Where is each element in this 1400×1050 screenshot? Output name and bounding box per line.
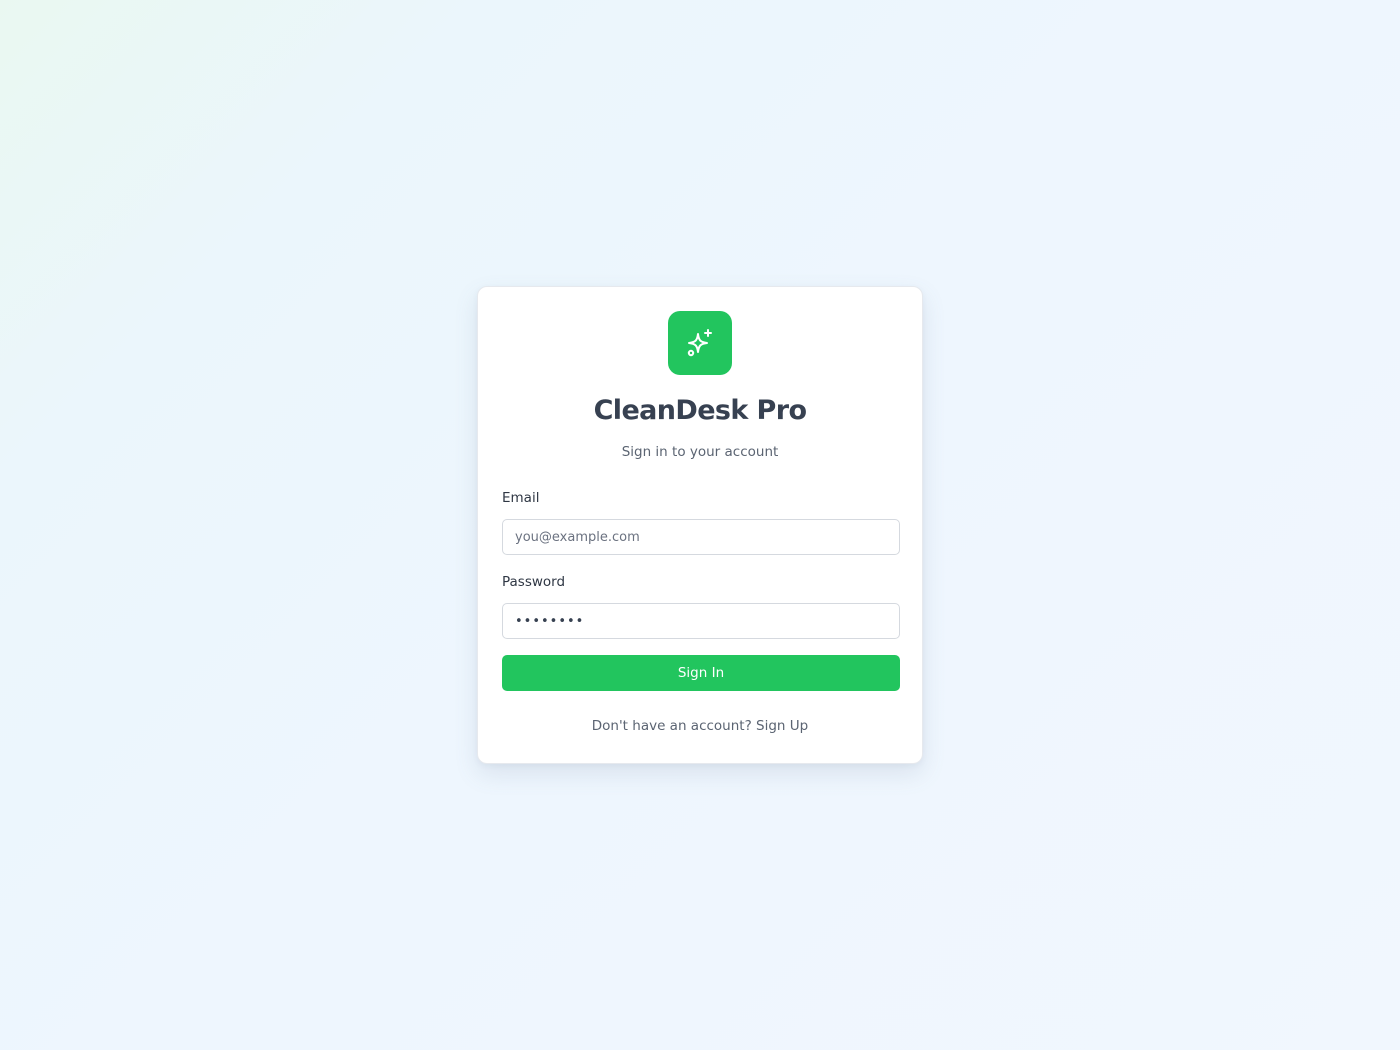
sign-up-link[interactable]: Sign Up	[756, 718, 808, 734]
sign-in-button[interactable]: Sign In	[502, 655, 900, 691]
password-label: Password	[502, 574, 566, 590]
app-title: CleanDesk Pro	[593, 395, 807, 426]
email-label: Email	[502, 490, 540, 506]
signup-prompt: Don't have an account? Sign Up	[478, 718, 922, 734]
email-input[interactable]	[502, 519, 900, 555]
page-subtitle: Sign in to your account	[621, 444, 779, 460]
app-logo	[668, 311, 732, 375]
password-input[interactable]	[502, 603, 900, 639]
sparkles-icon	[687, 329, 712, 357]
signup-prompt-text: Don't have an account?	[591, 718, 752, 734]
login-card: CleanDesk Pro Sign in to your account Em…	[477, 286, 923, 764]
